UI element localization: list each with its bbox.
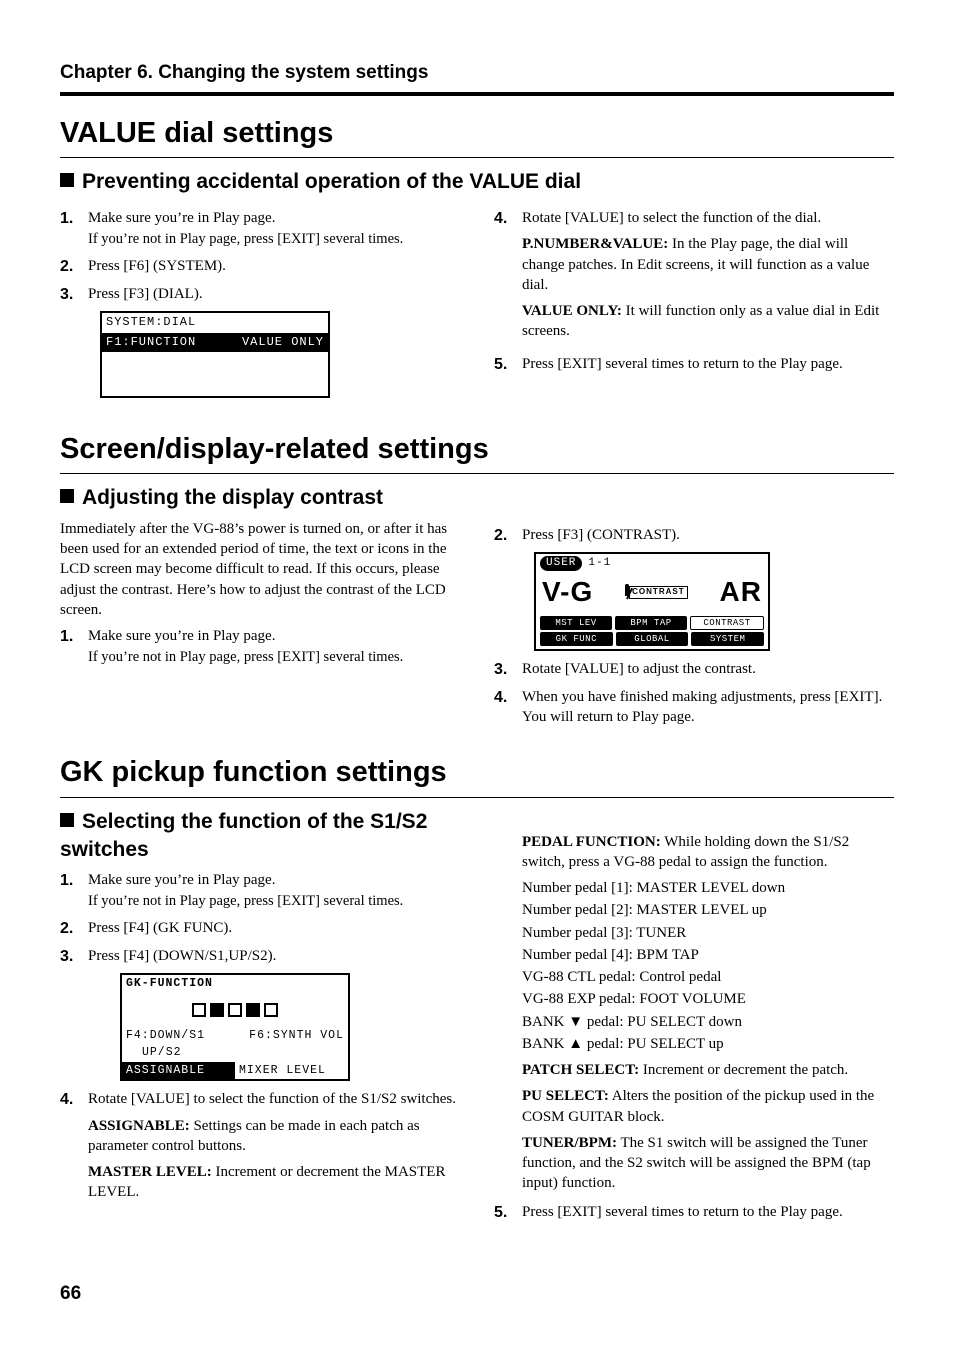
section1-subtitle: Preventing accidental operation of the V… bbox=[60, 168, 894, 196]
s2-step2: 2. Press [F3] (CONTRAST). bbox=[494, 525, 894, 547]
pedal-function-label: PEDAL FUNCTION: bbox=[522, 834, 661, 850]
lcd-function-row: F1:FUNCTION VALUE ONLY bbox=[102, 333, 328, 353]
np1: Number pedal [1]: MASTER LEVEL down bbox=[522, 878, 894, 898]
s2-step4: 4. When you have finished making adjustm… bbox=[494, 687, 894, 728]
page-number: 66 bbox=[60, 1281, 81, 1307]
lcd-system-dial: SYSTEM:DIAL F1:FUNCTION VALUE ONLY bbox=[100, 311, 330, 398]
s1-step5: 5. Press [EXIT] several times to return … bbox=[494, 354, 894, 376]
lcd-softkeys-row1: MST LEV BPM TAP CONTRAST bbox=[540, 616, 764, 630]
s3-step5: 5. Press [EXIT] several times to return … bbox=[494, 1202, 894, 1224]
s1-step1-main: Make sure you’re in Play page. bbox=[88, 208, 460, 228]
s1-step1: 1. Make sure you’re in Play page. If you… bbox=[60, 208, 460, 250]
np4: Number pedal [4]: BPM TAP bbox=[522, 945, 894, 965]
patch-select-text: Increment or decrement the patch. bbox=[639, 1062, 848, 1078]
s3-step1: 1. Make sure you’re in Play page. If you… bbox=[60, 870, 460, 912]
np3: Number pedal [3]: TUNER bbox=[522, 923, 894, 943]
s3-step2: 2. Press [F4] (GK FUNC). bbox=[60, 918, 460, 940]
section2-subtitle-text: Adjusting the display contrast bbox=[82, 486, 383, 509]
section2-intro: Immediately after the VG-88’s power is t… bbox=[60, 519, 460, 620]
tuner-bpm-label: TUNER/BPM: bbox=[522, 1135, 617, 1151]
lcd-value-only: VALUE ONLY bbox=[242, 335, 324, 351]
section3-subtitle-text: Selecting the function of the S1/S2 swit… bbox=[60, 810, 427, 861]
section3-subtitle: Selecting the function of the S1/S2 swit… bbox=[60, 808, 460, 865]
lcd-big-right: AR bbox=[720, 573, 762, 611]
lcd-gk-line2: UP/S2 bbox=[122, 1044, 348, 1062]
s1-step4: 4. Rotate [VALUE] to select the function… bbox=[494, 208, 894, 348]
s3-step4: 4. Rotate [VALUE] to select the function… bbox=[60, 1089, 460, 1208]
rule-chapter bbox=[60, 92, 894, 96]
chapter-header: Chapter 6. Changing the system settings bbox=[60, 60, 894, 86]
triangle-up-icon bbox=[568, 1036, 583, 1052]
lcd-gk-function: GK-FUNCTION F4:DOWN/S1 F6:SYNTH VOL UP/S… bbox=[120, 973, 350, 1081]
lcd-gk-graphic bbox=[122, 993, 348, 1027]
bank-up: BANK pedal: PU SELECT up bbox=[522, 1034, 894, 1054]
lcd-contrast-screen: USER 1-1 V-G CONTRAST AR MST LEV BPM TAP bbox=[534, 552, 770, 651]
pnumber-label: P.NUMBER&VALUE: bbox=[522, 236, 668, 252]
lcd-contrast-gauge: CONTRAST bbox=[593, 585, 719, 599]
patch-select-label: PATCH SELECT: bbox=[522, 1062, 639, 1078]
lcd-patch-number: 1-1 bbox=[588, 556, 611, 571]
rule-section3 bbox=[60, 797, 894, 798]
bank-down: BANK pedal: PU SELECT down bbox=[522, 1012, 894, 1032]
lcd-gk-title: GK-FUNCTION bbox=[122, 975, 348, 993]
section2-subtitle: Adjusting the display contrast bbox=[60, 484, 894, 512]
s1-step1-sub: If you’re not in Play page, press [EXIT]… bbox=[88, 230, 460, 250]
valueonly-label: VALUE ONLY: bbox=[522, 303, 622, 319]
pu-select-label: PU SELECT: bbox=[522, 1088, 609, 1104]
section-gk-title: GK pickup function settings bbox=[60, 753, 894, 792]
s2-step3: 3. Rotate [VALUE] to adjust the contrast… bbox=[494, 659, 894, 681]
lcd-big-left: V-G bbox=[542, 573, 593, 611]
s1-step3: 3. Press [F3] (DIAL). bbox=[60, 284, 460, 306]
ctl-pedal: VG-88 CTL pedal: Control pedal bbox=[522, 967, 894, 987]
lcd-gk-line3: ASSIGNABLE MIXER LEVEL bbox=[122, 1062, 348, 1080]
section-screen-title: Screen/display-related settings bbox=[60, 430, 894, 469]
lcd-gk-line1: F4:DOWN/S1 F6:SYNTH VOL bbox=[122, 1027, 348, 1045]
s3-step3: 3. Press [F4] (DOWN/S1,UP/S2). bbox=[60, 946, 460, 968]
section-value-dial-title: VALUE dial settings bbox=[60, 114, 894, 153]
rule-section1 bbox=[60, 157, 894, 158]
triangle-down-icon bbox=[568, 1014, 583, 1030]
lcd-title-row: SYSTEM:DIAL bbox=[102, 313, 328, 333]
s1-step2: 2. Press [F6] (SYSTEM). bbox=[60, 256, 460, 278]
section1-subtitle-text: Preventing accidental operation of the V… bbox=[82, 170, 581, 193]
lcd-user-pill: USER bbox=[540, 556, 582, 571]
np2: Number pedal [2]: MASTER LEVEL up bbox=[522, 900, 894, 920]
assignable-label: ASSIGNABLE: bbox=[88, 1118, 190, 1134]
lcd-f1-label: F1:FUNCTION bbox=[106, 335, 196, 351]
master-level-label: MASTER LEVEL: bbox=[88, 1164, 212, 1180]
s2-step1: 1. Make sure you’re in Play page. If you… bbox=[60, 626, 460, 668]
rule-section2 bbox=[60, 473, 894, 474]
exp-pedal: VG-88 EXP pedal: FOOT VOLUME bbox=[522, 989, 894, 1009]
lcd-softkeys-row2: GK FUNC GLOBAL SYSTEM bbox=[540, 632, 764, 646]
